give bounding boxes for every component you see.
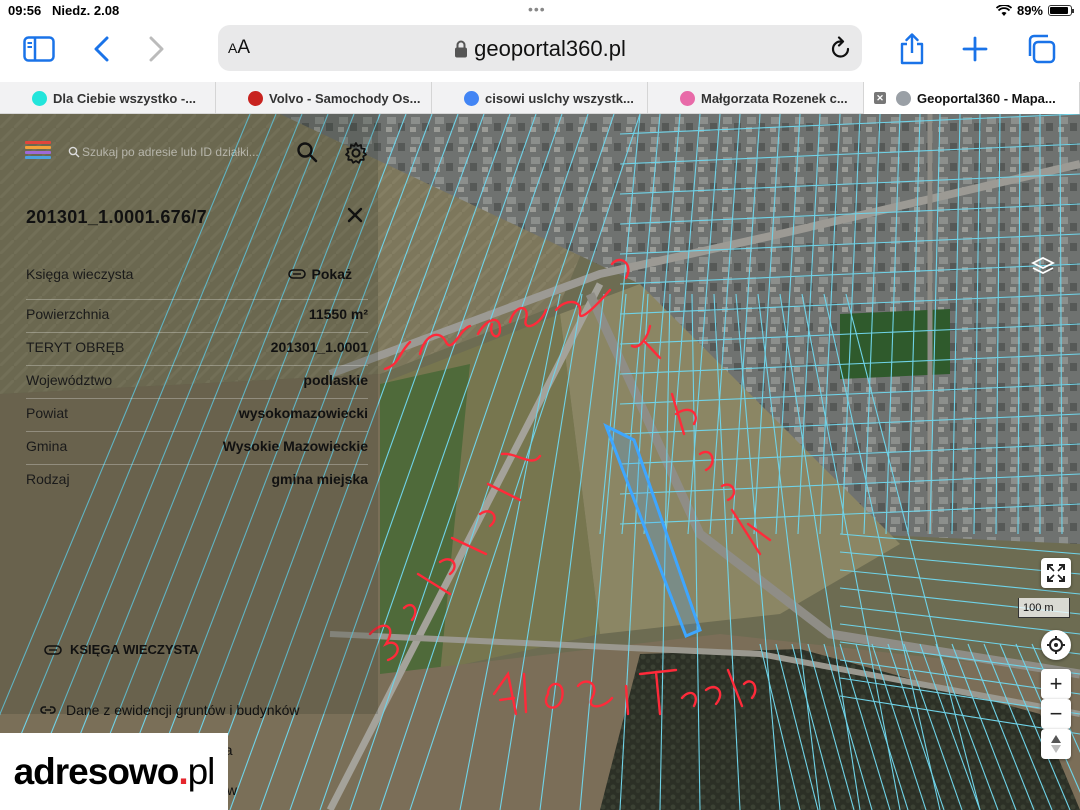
paperclip-icon (44, 644, 62, 655)
land-register-section[interactable]: KSIĘGA WIECZYSTA (44, 642, 199, 657)
zoom-out-button[interactable]: − (1041, 699, 1071, 729)
attribute-row: Powierzchnia 11550 m² (26, 300, 368, 333)
attribute-row: Księga wieczysta Pokaż (26, 260, 368, 300)
attribute-value: 201301_1.0001 (270, 339, 368, 355)
lock-icon (455, 40, 468, 58)
compass-button[interactable] (1041, 729, 1071, 759)
zoom-in-button[interactable]: + (1041, 669, 1071, 699)
google-icon (464, 90, 479, 106)
crosshair-icon (1047, 636, 1065, 654)
link-label: Pokaż (311, 266, 352, 282)
tab-label: cisowi uslchy wszystk... (485, 90, 634, 106)
attribute-key: Powierzchnia (26, 306, 110, 322)
attribute-key: Powiat (26, 405, 69, 421)
adresowo-watermark: adresowo. pl (0, 733, 228, 810)
detail-link-label: Dane z ewidencji gruntów i budynków (66, 702, 300, 718)
close-icon[interactable] (344, 204, 366, 226)
attribute-key: TERYT OBRĘB (26, 339, 125, 355)
locate-button[interactable] (1041, 630, 1071, 660)
browser-toolbar: AA geoportal360.pl (0, 22, 1080, 82)
geoportal-logo-icon[interactable] (25, 141, 51, 161)
attribute-row: Rodzaj gmina miejska (26, 465, 368, 498)
map-scale: 100 m (1018, 598, 1070, 618)
expand-icon (1047, 564, 1065, 582)
tab-overview-icon[interactable] (1024, 32, 1058, 66)
paperclip-icon (287, 269, 306, 279)
tab-label: Geoportal360 - Mapa... (917, 90, 1056, 106)
attribute-value: gmina miejska (271, 471, 369, 487)
status-date: Niedz. 2.08 (52, 3, 120, 18)
attribute-row: TERYT OBRĘB 201301_1.0001 (26, 333, 368, 366)
parcel-attributes: Księga wieczysta Pokaż Powierzchnia 11550 m… (26, 260, 368, 498)
parcel-id-title: 201301_1.0001.676/7 (26, 207, 207, 227)
sidebar-toggle-icon[interactable] (22, 32, 56, 66)
tab-label: Małgorzata Rozenek c... (701, 90, 848, 106)
layers-icon[interactable] (1030, 254, 1056, 280)
wifi-icon (995, 4, 1012, 16)
status-bar: 09:56 Niedz. 2.08 ••• 89% (0, 0, 1080, 22)
search-input[interactable] (64, 140, 279, 164)
attribute-value: wysokomazowiecki (238, 405, 368, 421)
detail-link-0[interactable]: Dane z ewidencji gruntów i budynków (40, 690, 299, 730)
gear-icon[interactable] (344, 141, 368, 165)
attribute-value: podlaskie (303, 372, 368, 388)
tab-bar: Dla Ciebie wszystko -... Volvo - Samochod… (0, 82, 1080, 114)
url-text[interactable]: geoportal360.pl (218, 36, 862, 62)
attribute-key: Gmina (26, 438, 68, 454)
tab-0[interactable]: Dla Ciebie wszystko -... (0, 82, 216, 114)
address-bar[interactable]: AA geoportal360.pl (218, 25, 862, 71)
share-icon[interactable] (895, 32, 929, 66)
multitasking-dots-icon[interactable]: ••• (528, 1, 546, 17)
attribute-row: Województwo podlaskie (26, 366, 368, 399)
battery-percent: 89% (1016, 3, 1043, 18)
tab-3[interactable]: Małgorzata Rozenek c... (648, 82, 864, 114)
new-tab-icon[interactable] (958, 32, 992, 66)
show-land-register-link[interactable]: Pokaż (287, 266, 352, 282)
fullscreen-button[interactable] (1041, 558, 1071, 588)
g-icon (896, 90, 911, 106)
parcel-info-panel: 201301_1.0001.676/7 Księga wieczysta Poka… (0, 114, 378, 798)
land-register-label: KSIĘGA WIECZYSTA (70, 642, 199, 657)
reload-icon[interactable] (830, 36, 852, 65)
status-time: 09:56 (8, 3, 42, 18)
volvo-icon (248, 90, 263, 106)
attribute-value: 11550 m² (308, 306, 368, 322)
link-icon (40, 706, 56, 714)
tab-1[interactable]: Volvo - Samochody Os... (216, 82, 432, 114)
battery-icon (1048, 5, 1074, 16)
search-icon[interactable] (296, 141, 318, 163)
forward-icon[interactable] (140, 32, 174, 66)
p-icon (680, 90, 695, 106)
attribute-key: Województwo (26, 372, 113, 388)
olx-icon (32, 90, 47, 106)
back-icon[interactable] (84, 32, 118, 66)
attribute-value: Wysokie Mazowieckie (222, 438, 368, 454)
tab-4[interactable]: ✕ Geoportal360 - Mapa... (864, 82, 1080, 114)
tab-label: Dla Ciebie wszystko -... (53, 90, 197, 106)
tab-2[interactable]: cisowi uslchy wszystk... (432, 82, 648, 114)
attribute-key: Księga wieczysta (26, 266, 134, 282)
tab-label: Volvo - Samochody Os... (269, 90, 421, 106)
attribute-key: Rodzaj (26, 471, 70, 487)
search-bar (0, 114, 378, 182)
close-tab-icon[interactable]: ✕ (874, 92, 886, 104)
attribute-row: Gmina Wysokie Mazowieckie (26, 432, 368, 465)
attribute-row: Powiat wysokomazowiecki (26, 399, 368, 432)
compass-icon (1051, 735, 1061, 753)
